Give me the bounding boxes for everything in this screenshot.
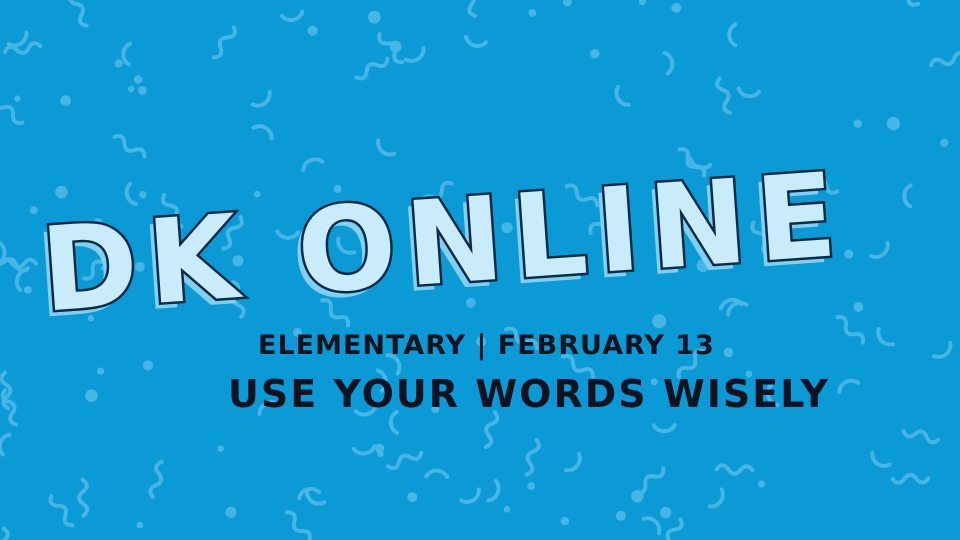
pattern-squiggle	[483, 410, 500, 450]
tagline: USE YOUR WORDS WISELY	[228, 372, 831, 416]
pattern-arc	[870, 451, 892, 468]
pattern-arc	[736, 86, 762, 99]
pattern-arc	[486, 479, 501, 503]
pattern-squiggle	[77, 477, 90, 518]
pattern-dot	[853, 302, 864, 312]
pattern-arc	[726, 300, 749, 317]
pattern-dot	[97, 367, 105, 375]
pattern-dot	[527, 482, 536, 490]
pattern-dot	[217, 445, 224, 452]
pattern-arc	[459, 487, 481, 504]
pattern-squiggle	[524, 438, 541, 477]
pattern-arc	[662, 50, 675, 76]
pattern-dot	[377, 451, 384, 458]
pattern-dot	[133, 75, 143, 84]
pattern-arc	[279, 9, 305, 22]
pattern-arc	[403, 46, 426, 63]
pattern-dot	[23, 286, 32, 294]
pattern-arc	[614, 84, 631, 107]
pattern-dot	[652, 314, 667, 329]
pattern-dot	[60, 95, 71, 106]
pattern-dot	[616, 510, 626, 521]
pattern-arc	[424, 468, 450, 479]
pattern-arc	[641, 516, 662, 536]
pattern-arc	[351, 444, 377, 456]
pattern-dot	[307, 25, 318, 36]
pattern-squiggle	[385, 450, 424, 471]
pattern-dot	[560, 516, 570, 526]
pattern-squiggle	[660, 517, 684, 540]
pattern-dot	[136, 521, 144, 529]
pattern-squiggle	[0, 97, 25, 125]
pattern-arc	[651, 423, 677, 434]
pattern-dot	[660, 506, 672, 519]
pattern-squiggle	[211, 25, 237, 60]
pattern-dot	[562, 0, 572, 7]
pattern-arc	[932, 341, 953, 359]
pattern-squiggle	[67, 0, 89, 28]
pattern-dot	[138, 86, 147, 95]
pattern-arc	[121, 41, 133, 67]
pattern-dot	[368, 10, 381, 24]
pattern-squiggle	[460, 0, 477, 18]
pattern-squiggle	[929, 50, 960, 68]
pattern-dot	[528, 9, 537, 17]
pattern-arc	[250, 90, 272, 108]
pattern-arc	[876, 327, 896, 347]
pattern-dot	[590, 49, 600, 59]
pattern-squiggle	[112, 134, 147, 159]
pattern-dot	[671, 2, 682, 13]
pattern-arc	[251, 124, 274, 141]
pattern-dot	[142, 360, 154, 371]
pattern-dot	[638, 0, 646, 6]
pattern-arc	[0, 432, 12, 457]
pattern-squiggle	[885, 0, 921, 7]
pattern-dot	[503, 506, 511, 513]
pattern-dot	[757, 480, 766, 488]
pattern-squiggle	[901, 429, 941, 445]
pattern-arc	[707, 487, 725, 509]
pattern-squiggle	[354, 56, 390, 81]
pattern-dot	[940, 138, 949, 147]
pattern-arc	[727, 22, 738, 48]
pattern-squiggle	[890, 472, 931, 485]
pattern-dot	[407, 492, 418, 503]
pattern-arc	[463, 34, 489, 48]
pattern-squiggle	[148, 459, 164, 499]
pattern-dot	[631, 490, 644, 503]
pattern-dot	[127, 85, 135, 93]
pattern-squiggle	[48, 494, 75, 528]
subtitle-date: ELEMENTARY | FEBRUARY 13	[258, 330, 715, 361]
pattern-squiggle	[0, 526, 11, 540]
pattern-dot	[225, 506, 237, 518]
pattern-squiggle	[715, 76, 732, 115]
pattern-dot	[114, 59, 123, 68]
pattern-squiggle	[714, 463, 755, 476]
pattern-squiggle	[284, 510, 312, 540]
pattern-arc	[563, 451, 582, 473]
pattern-dot	[14, 95, 21, 102]
pattern-dot	[85, 389, 98, 403]
